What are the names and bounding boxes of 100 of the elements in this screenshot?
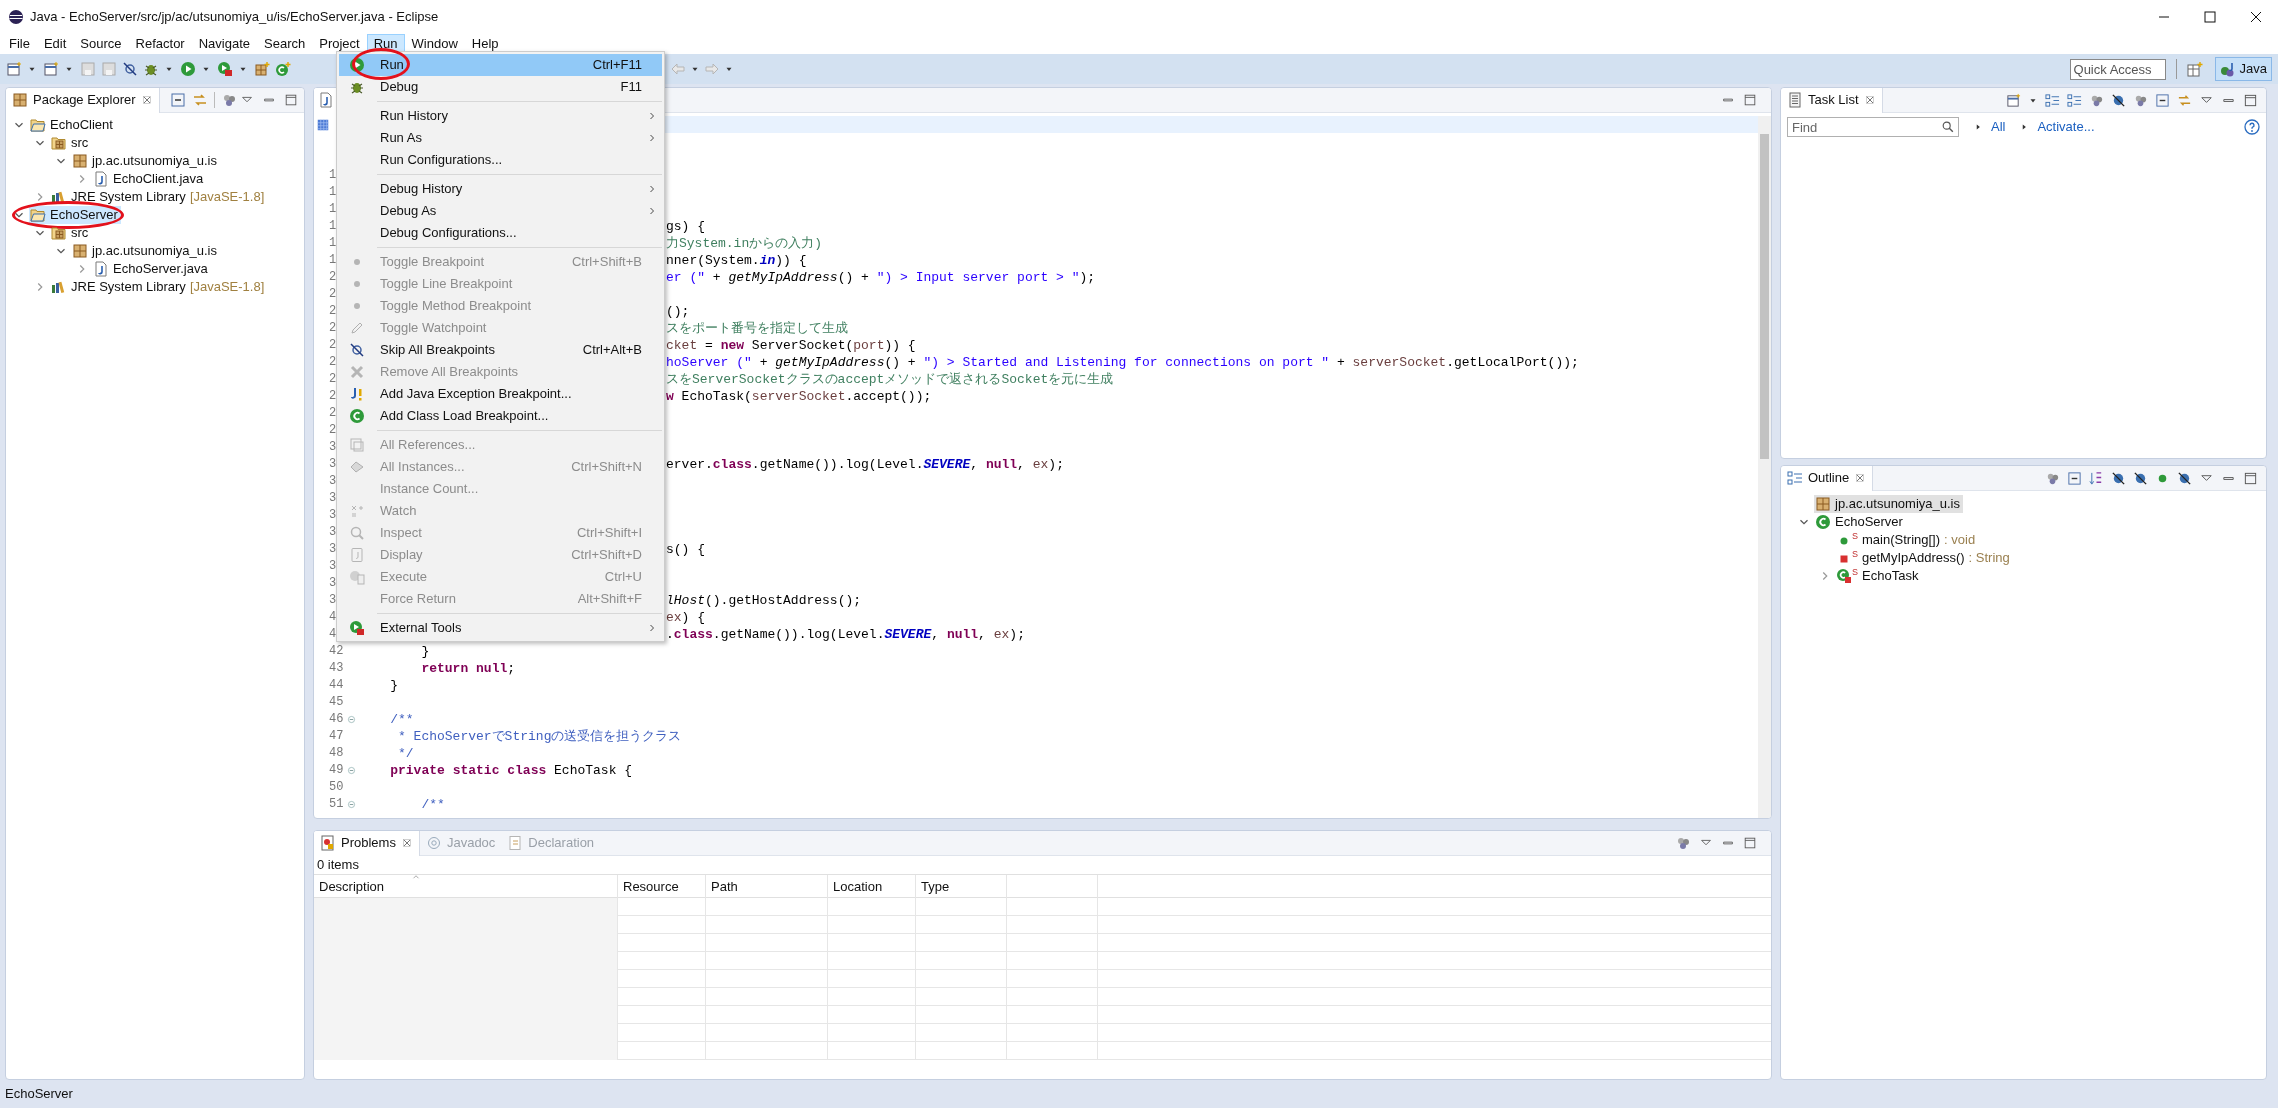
item-label: jp.ac.utsunomiya_u.is — [92, 242, 217, 261]
tree-item[interactable]: EchoServer — [29, 206, 121, 224]
link[interactable]: Activate... — [2037, 117, 2095, 137]
item-label: JRE System Library — [71, 188, 186, 207]
line-number: 3 — [329, 593, 337, 607]
tree-item[interactable]: src — [50, 134, 92, 152]
column-title: Location — [833, 878, 883, 897]
tree-item[interactable]: jp.ac.utsunomiya_u.is — [71, 242, 220, 260]
tree-item[interactable]: EchoServer.java — [92, 260, 211, 278]
column-title: Resource — [623, 878, 679, 897]
tree-item[interactable]: JRE System Library [JavaSE-1.8] — [50, 278, 268, 296]
item-label: EchoServer — [1835, 513, 1903, 532]
item-label: jp.ac.utsunomiya_u.is — [1835, 495, 1960, 514]
menu-item[interactable]: Help — [464, 34, 506, 54]
perspective-button[interactable]: Java — [2214, 57, 2272, 81]
find-field[interactable]: Find — [1787, 117, 1959, 137]
code-line: * EchoServerでStringの送受信を担うクラス — [397, 728, 682, 745]
menu-item[interactable]: Source — [73, 34, 129, 54]
line-number: 50 — [329, 780, 344, 794]
menu-item-label: Run History — [380, 107, 449, 126]
menu-item[interactable]: Search — [257, 34, 313, 54]
quick-access-field[interactable]: Quick Access — [2069, 58, 2166, 80]
column-header[interactable]: Resource — [618, 875, 706, 899]
line-number: 3 — [329, 457, 337, 471]
menu-item[interactable]: Edit — [36, 34, 74, 54]
menu-item[interactable]: Run History — [339, 105, 662, 127]
code-line: s() { — [666, 541, 705, 558]
item-label: main(String[]) — [1862, 531, 1941, 550]
menu-item[interactable]: Window — [404, 34, 465, 54]
menu-item[interactable]: Add Java Exception Breakpoint... — [339, 383, 662, 405]
code-line: nner(System.in)) { — [666, 252, 807, 269]
view-tab[interactable]: Outline — [1781, 465, 1874, 491]
tree-item[interactable]: EchoClient.java — [92, 170, 207, 188]
menu-item[interactable]: File — [2, 34, 37, 54]
tree-item[interactable]: JRE System Library [JavaSE-1.8] — [50, 188, 268, 206]
line-number: 2 — [329, 372, 337, 386]
line-number: 3 — [329, 474, 337, 488]
item-label: getMyIpAddress() — [1862, 549, 1965, 568]
line-number: 2 — [329, 355, 337, 369]
code-line: .class.getName()).log(Level.SEVERE, null, ex); — [666, 626, 1025, 643]
view-tab[interactable]: Problems — [314, 831, 420, 856]
view-tab[interactable]: Package Explorer — [6, 87, 160, 113]
tab-label: Javadoc — [446, 834, 496, 853]
menu-item-label: Display — [380, 546, 424, 565]
line-number: 51 — [329, 797, 344, 811]
code-line: lHost().getHostAddress(); — [666, 592, 862, 609]
line-number: 3 — [329, 440, 337, 454]
menu-item-label: Debug As — [380, 202, 438, 221]
menu-item[interactable]: Debug F11 — [339, 76, 662, 98]
tree-item[interactable]: S main(String[]) : void — [1835, 531, 1979, 549]
line-number: 1 — [329, 219, 337, 233]
static-mark: S — [1852, 567, 1858, 577]
menu-item[interactable]: Debug Configurations... — [339, 222, 662, 244]
menu-item-label: Run — [380, 56, 405, 75]
menu-item[interactable]: External Tools — [339, 617, 662, 639]
shortcut-label: Ctrl+Shift+I — [576, 524, 642, 543]
menu-item[interactable]: Navigate — [191, 34, 257, 54]
menu-item[interactable]: Project — [312, 34, 367, 54]
column-title: Type — [921, 878, 950, 897]
line-number: 3 — [329, 525, 337, 539]
tree-item[interactable]: S getMyIpAddress() : String — [1835, 549, 2013, 567]
line-number: 43 — [329, 661, 344, 675]
menu-item-label: Toggle Line Breakpoint — [380, 275, 514, 294]
menu-item-label: Toggle Watchpoint — [380, 319, 488, 338]
menu-item-label: Run As — [380, 129, 423, 148]
tree-item[interactable]: src — [50, 224, 92, 242]
static-mark: S — [1852, 531, 1858, 541]
menu-item[interactable]: Run Configurations... — [339, 149, 662, 171]
line-number: 1 — [329, 168, 337, 182]
code-line: */ — [397, 745, 414, 762]
menu-item[interactable]: Run As — [339, 127, 662, 149]
code-line: ex) { — [666, 609, 705, 626]
shortcut-label: Alt+Shift+F — [577, 590, 642, 609]
perspective-label: Java — [2239, 60, 2267, 79]
tree-item[interactable]: EchoClient — [29, 116, 116, 134]
menu-item-label: Skip All Breakpoints — [380, 341, 496, 360]
menu-item[interactable]: Refactor — [128, 34, 192, 54]
menu-item[interactable]: Debug As — [339, 200, 662, 222]
line-number: 3 — [329, 542, 337, 556]
column-header[interactable]: Type — [916, 875, 1007, 899]
code-line: 力System.inからの入力) — [666, 235, 822, 252]
column-header[interactable]: Location — [828, 875, 916, 899]
link[interactable]: All — [1991, 117, 2006, 137]
shortcut-label: Ctrl+Alt+B — [582, 341, 642, 360]
tree-item[interactable]: jp.ac.utsunomiya_u.is — [71, 152, 220, 170]
tree-item[interactable]: S EchoTask — [1835, 567, 1922, 585]
item-label: EchoServer — [50, 206, 118, 225]
menu-item[interactable]: Debug History — [339, 178, 662, 200]
shortcut-label: Ctrl+U — [604, 568, 642, 587]
menu-item-label: Force Return — [380, 590, 457, 609]
menu-item-label: Toggle Breakpoint — [380, 253, 486, 272]
code-line: private static class EchoTask { — [389, 762, 633, 779]
tree-item[interactable]: EchoServer — [1814, 513, 1906, 531]
tree-item[interactable]: jp.ac.utsunomiya_u.is — [1814, 495, 1963, 513]
view-tab[interactable]: Task List — [1781, 87, 1883, 113]
menu-item[interactable]: Skip All Breakpoints Ctrl+Alt+B — [339, 339, 662, 361]
menu-item[interactable]: Run Ctrl+F11 — [339, 54, 662, 76]
column-header[interactable]: Path — [706, 875, 828, 899]
item-detail: : String — [1968, 549, 2010, 568]
menu-item[interactable]: Add Class Load Breakpoint... — [339, 405, 662, 427]
